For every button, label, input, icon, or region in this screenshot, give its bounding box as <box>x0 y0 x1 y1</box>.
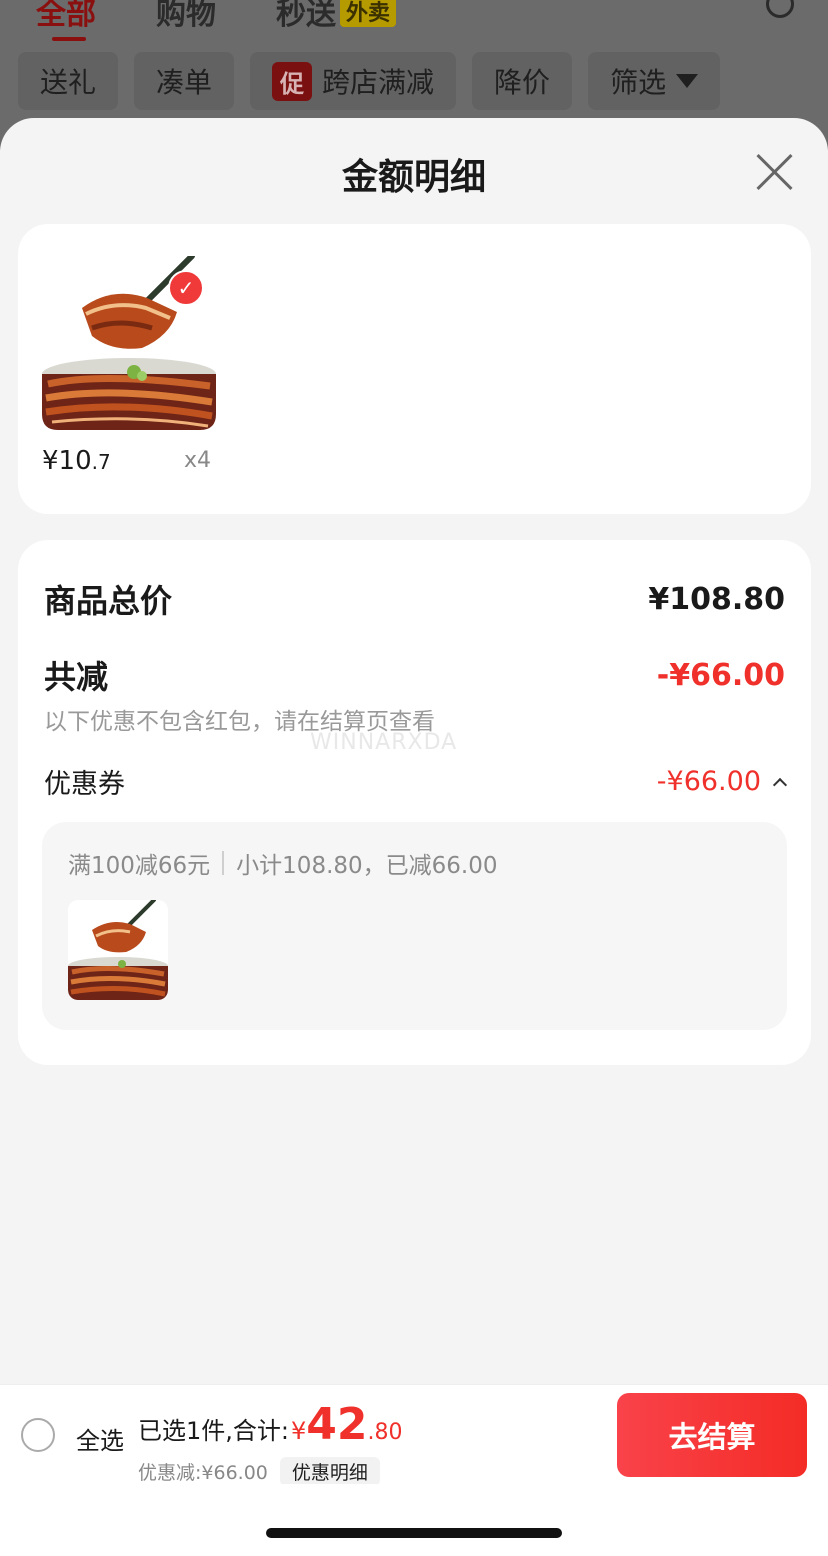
chip-filter[interactable]: 筛选 <box>588 52 721 110</box>
checkout-button[interactable]: 去结算 <box>617 1393 807 1477</box>
selected-count-text: 已选1件,合计: <box>138 1417 289 1445</box>
total-value: ¥108.80 <box>648 581 785 617</box>
chip-bundle-label: 凑单 <box>156 66 213 99</box>
total-currency: ¥ <box>290 1417 307 1445</box>
search-icon[interactable] <box>766 0 794 18</box>
checkout-bar: 全选 已选1件,合计: ¥ 42 .80 优惠减:¥66.00 优惠明细 去结算 <box>0 1384 828 1486</box>
summary-card: 商品总价 ¥108.80 共减 -¥66.00 以下优惠不包含红包，请在结算页查… <box>18 540 811 1065</box>
divider <box>222 851 225 875</box>
filter-chips: 送礼 凑单 促跨店满减 降价 筛选 <box>18 52 721 110</box>
watermark: WINNARXDA <box>310 730 458 755</box>
home-indicator[interactable] <box>266 1528 562 1538</box>
item-quantity: x4 <box>184 448 212 473</box>
takeout-badge: 外卖 <box>340 0 397 27</box>
items-card: ✓ ¥10.7 x4 <box>18 224 811 514</box>
reduce-label: 共减 <box>44 658 109 696</box>
amount-detail-sheet: 金额明细 ✓ ¥10.7 x4 商品总价 ¥108.80 共减 -¥66.00 … <box>0 118 828 1384</box>
reduce-value: -¥66.00 <box>656 657 785 693</box>
select-all-radio[interactable] <box>21 1418 55 1452</box>
coupon-label: 优惠券 <box>44 769 125 800</box>
total-label: 商品总价 <box>44 582 173 620</box>
coupon-rule: 满100减66元 <box>68 853 211 879</box>
total-line: 已选1件,合计: ¥ 42 .80 <box>138 1399 403 1450</box>
item-price-dec: .7 <box>91 450 111 474</box>
tab-shopping[interactable]: 购物 <box>156 0 216 33</box>
discount-detail-button[interactable]: 优惠明细 <box>279 1457 380 1486</box>
chip-cross-store-label: 跨店满减 <box>322 66 435 99</box>
top-tabs: 全部 购物 秒送 外卖 <box>36 0 456 41</box>
total-decimal: .80 <box>367 1420 403 1445</box>
chip-price-drop[interactable]: 降价 <box>472 52 573 110</box>
check-icon[interactable]: ✓ <box>168 270 204 306</box>
coupon-value: -¥66.00 <box>656 766 761 797</box>
chip-cross-store[interactable]: 促跨店满减 <box>250 52 457 110</box>
item-price-int: 10 <box>58 446 92 476</box>
reduce-row: 共减 -¥66.00 <box>44 652 785 698</box>
chip-gift[interactable]: 送礼 <box>18 52 119 110</box>
total-integer: 42 <box>306 1399 368 1450</box>
coupon-rule-line: 满100减66元 小计108.80，已减66.00 <box>68 846 498 880</box>
select-all-label[interactable]: 全选 <box>76 1421 124 1456</box>
item-price: ¥10.7 <box>42 446 111 476</box>
coupon-value-wrap: -¥66.00 <box>656 766 788 797</box>
tab-all[interactable]: 全部 <box>36 0 96 41</box>
home-area <box>0 1484 828 1556</box>
discount-line: 优惠减:¥66.00 优惠明细 <box>138 1457 380 1486</box>
promo-badge: 促 <box>272 61 313 101</box>
item-price-symbol: ¥ <box>42 446 59 476</box>
sheet-title: 金额明细 <box>341 157 486 198</box>
discount-text: 优惠减:¥66.00 <box>138 1462 268 1484</box>
tab-instant-label: 秒送 <box>276 0 336 32</box>
chip-filter-label: 筛选 <box>610 66 667 99</box>
coupon-row[interactable]: 优惠券 -¥66.00 <box>44 762 788 801</box>
tab-instant[interactable]: 秒送 外卖 <box>276 0 397 33</box>
coupon-subtotal: 小计108.80，已减66.00 <box>236 853 498 879</box>
chip-gift-label: 送礼 <box>40 66 97 99</box>
chevron-up-icon[interactable] <box>772 777 788 792</box>
close-icon[interactable] <box>754 152 794 192</box>
coupon-detail-box: 满100减66元 小计108.80，已减66.00 <box>42 822 787 1030</box>
chip-bundle[interactable]: 凑单 <box>134 52 235 110</box>
total-row: 商品总价 ¥108.80 <box>44 576 785 622</box>
funnel-icon <box>676 74 699 88</box>
chip-price-drop-label: 降价 <box>494 66 551 99</box>
coupon-product-image <box>68 900 168 1000</box>
